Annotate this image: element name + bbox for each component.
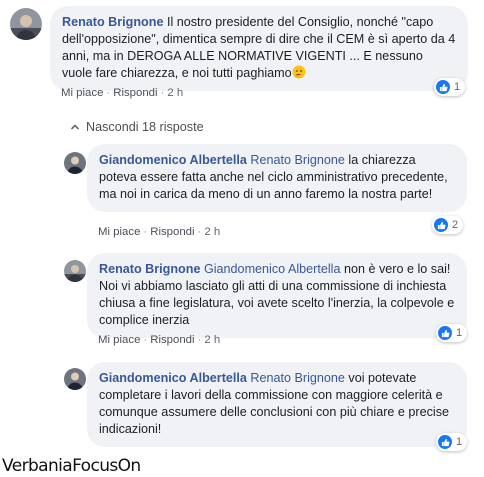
avatar[interactable] (64, 260, 86, 282)
reply-bubble: Giandomenico Albertella Renato Brignone … (87, 362, 467, 447)
avatar[interactable] (10, 8, 42, 40)
like-link[interactable]: Mi piace (98, 334, 140, 346)
reaction-count[interactable]: 2 (432, 216, 464, 234)
thumbs-up-icon (438, 435, 452, 449)
avatar[interactable] (64, 368, 86, 390)
chevron-up-icon (70, 124, 80, 130)
reply-author[interactable]: Giandomenico Albertella (99, 371, 247, 385)
thumbs-up-icon (438, 326, 452, 340)
timestamp[interactable]: 2 h (167, 87, 183, 99)
thumbs-up-icon (434, 218, 448, 232)
comment-author[interactable]: Renato Brignone (62, 15, 163, 29)
reaction-count[interactable]: 1 (436, 324, 468, 342)
reaction-count-value: 1 (454, 81, 461, 93)
timestamp[interactable]: 2 h (204, 334, 220, 346)
reaction-count-value: 2 (452, 219, 459, 231)
reaction-count[interactable]: 1 (436, 433, 468, 451)
thinking-face-icon (292, 65, 306, 79)
reply-mention[interactable]: Giandomenico Albertella (204, 262, 341, 276)
reply-link[interactable]: Rispondi (113, 87, 157, 99)
comment-bubble: Renato Brignone Il nostro presidente del… (50, 6, 468, 91)
reply-link[interactable]: Rispondi (150, 226, 194, 238)
thumbs-up-icon (436, 80, 450, 94)
reaction-count-value: 1 (456, 327, 463, 339)
like-link[interactable]: Mi piace (61, 87, 103, 99)
reply-bubble: Renato Brignone Giandomenico Albertella … (87, 253, 467, 338)
avatar[interactable] (64, 152, 86, 174)
reply-actions: Mi piace · Rispondi · 2 h (98, 226, 221, 238)
reply-actions: Mi piace · Rispondi · 2 h (98, 334, 221, 346)
watermark: VerbaniaFocusOn (2, 456, 141, 476)
reply-author[interactable]: Renato Brignone (99, 262, 200, 276)
reply-mention[interactable]: Renato Brignone (250, 153, 345, 167)
reaction-count-value: 1 (456, 436, 463, 448)
reply-mention[interactable]: Renato Brignone (250, 371, 345, 385)
reaction-count[interactable]: 1 (434, 78, 466, 96)
reply-author[interactable]: Giandomenico Albertella (99, 153, 247, 167)
comment-actions: Mi piace · Rispondi · 2 h (61, 87, 184, 99)
reply-link[interactable]: Rispondi (150, 334, 194, 346)
reply-bubble: Giandomenico Albertella Renato Brignone … (87, 144, 467, 212)
timestamp[interactable]: 2 h (204, 226, 220, 238)
like-link[interactable]: Mi piace (98, 226, 140, 238)
hide-replies-label: Nascondi 18 risposte (86, 120, 204, 134)
hide-replies-toggle[interactable]: Nascondi 18 risposte (70, 120, 204, 134)
